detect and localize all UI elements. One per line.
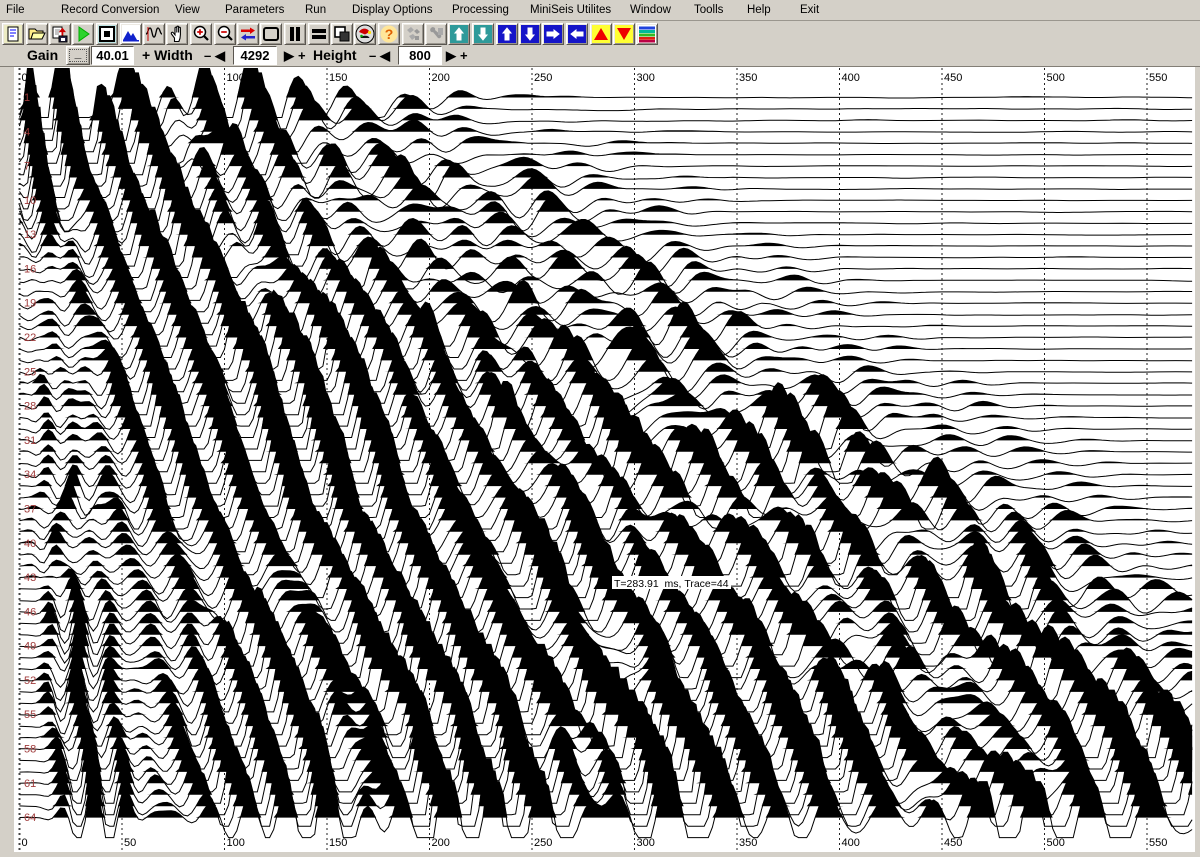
svg-text:31: 31 [24,435,36,447]
svg-text:34: 34 [24,469,36,481]
svg-text:500: 500 [1047,837,1065,849]
svg-text:43: 43 [24,572,36,584]
svg-text:0: 0 [22,72,28,84]
svg-text:49: 49 [24,641,36,653]
svg-text:100: 100 [227,837,245,849]
svg-text:61: 61 [24,778,36,790]
svg-text:16: 16 [24,263,36,275]
svg-text:400: 400 [842,72,860,84]
svg-text:200: 200 [432,837,450,849]
svg-text:10: 10 [24,195,36,207]
svg-text:58: 58 [24,744,36,756]
svg-text:7: 7 [24,161,30,173]
svg-text:150: 150 [329,72,347,84]
svg-text:T=283.91 ms, Trace=44: T=283.91 ms, Trace=44 [614,578,729,590]
svg-text:19: 19 [24,298,36,310]
svg-text:300: 300 [637,837,655,849]
svg-text:52: 52 [24,675,36,687]
svg-text:300: 300 [637,72,655,84]
svg-text:13: 13 [24,229,36,241]
svg-text:550: 550 [1149,72,1167,84]
svg-text:500: 500 [1047,72,1065,84]
svg-text:350: 350 [739,72,757,84]
svg-text:250: 250 [534,837,552,849]
svg-text:1: 1 [24,92,30,104]
svg-text:40: 40 [24,538,36,550]
svg-text:150: 150 [329,837,347,849]
svg-text:64: 64 [24,812,36,824]
svg-text:46: 46 [24,606,36,618]
svg-text:350: 350 [739,837,757,849]
svg-text:400: 400 [842,837,860,849]
svg-text:100: 100 [227,72,245,84]
svg-text:37: 37 [24,504,36,516]
svg-text:22: 22 [24,332,36,344]
svg-text:55: 55 [24,709,36,721]
svg-text:450: 450 [944,837,962,849]
svg-text:50: 50 [124,72,136,84]
svg-text:25: 25 [24,366,36,378]
svg-text:250: 250 [534,72,552,84]
svg-text:4: 4 [24,126,30,138]
svg-text:450: 450 [944,72,962,84]
svg-text:28: 28 [24,401,36,413]
svg-text:0: 0 [22,837,28,849]
svg-text:50: 50 [124,837,136,849]
svg-text:550: 550 [1149,837,1167,849]
svg-text:200: 200 [432,72,450,84]
